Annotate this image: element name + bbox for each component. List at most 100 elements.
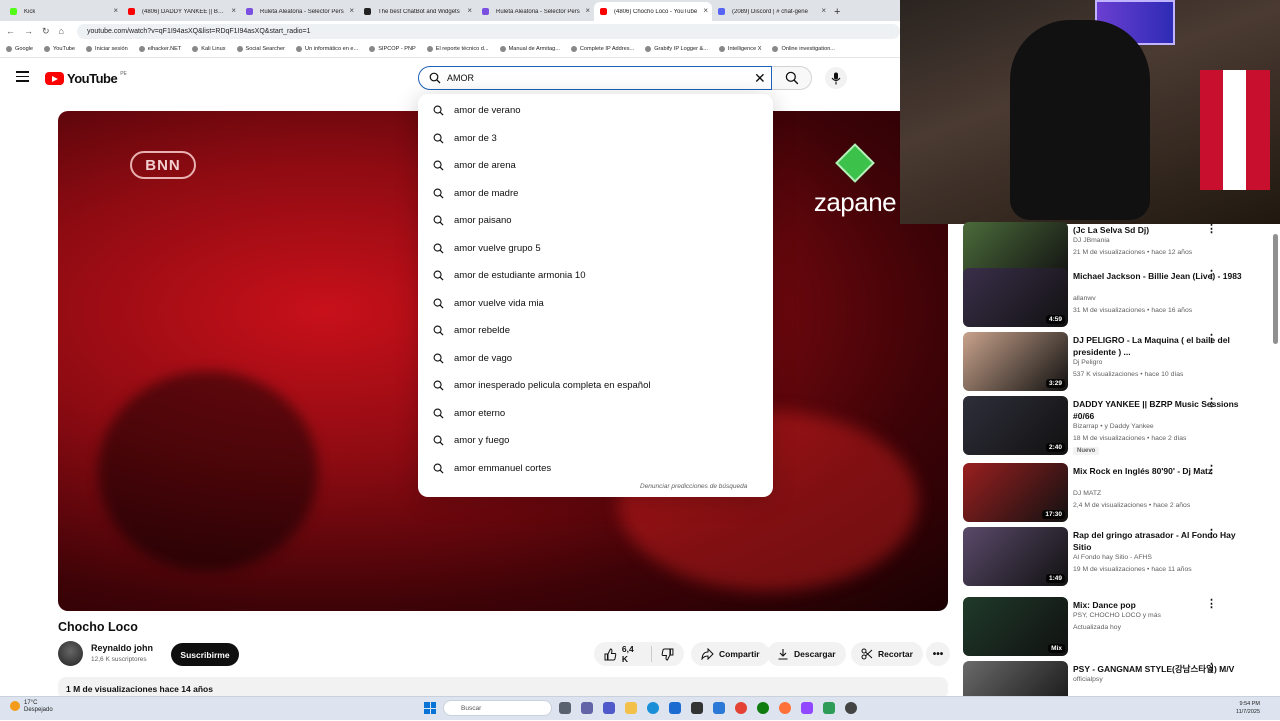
recommended-channel[interactable]: Bizarrap • y Daddy Yankee [1073, 423, 1154, 430]
video-thumbnail[interactable]: Mix [963, 597, 1068, 656]
recommended-channel[interactable]: Al Fondo hay Sitio - AFHS [1073, 554, 1152, 561]
forward-icon[interactable]: → [24, 26, 33, 36]
recommended-channel[interactable]: Dj Peligro [1073, 359, 1102, 366]
search-suggestion[interactable]: amor inesperado pelicula completa en esp… [418, 372, 773, 400]
download-button[interactable]: Descargar [767, 642, 846, 666]
report-predictions-link[interactable]: Denunciar predicciones de búsqueda [640, 483, 747, 490]
recommended-title[interactable]: (Jc La Selva Sd Dj) [1073, 224, 1248, 236]
search-suggestion[interactable]: amor vuelve vida mia [418, 290, 773, 318]
taskbar-search[interactable]: Buscar [443, 700, 552, 716]
video-thumbnail[interactable]: 17:30 [963, 463, 1068, 522]
browser-tab[interactable]: Ruleta Aleatoria - Selector Pers × [240, 2, 358, 21]
search-suggestion[interactable]: amor eterno [418, 400, 773, 428]
bookmark-item[interactable]: Iniciar sesión [86, 46, 128, 52]
browser-tab[interactable]: The best ChatBot and Widgets × [358, 2, 476, 21]
recommended-channel[interactable]: DJ JBmania [1073, 237, 1110, 244]
channel-name[interactable]: Reynaldo john [91, 643, 153, 653]
more-options-icon[interactable]: ⋮ [1206, 599, 1217, 610]
like-count[interactable]: 6,4 K [622, 644, 642, 664]
more-options-icon[interactable]: ⋮ [1206, 465, 1217, 476]
recommended-channel[interactable]: DJ MATZ [1073, 490, 1101, 497]
recommended-video[interactable]: Mix Mix: Dance pop PSY, CHOCHO LOCO y más A… [963, 597, 1273, 657]
app-icon-3[interactable] [823, 702, 835, 714]
bookmark-item[interactable]: Manual de Armitag... [499, 46, 560, 52]
store-icon[interactable] [669, 702, 681, 714]
recommended-title[interactable]: DJ PELIGRO - La Maquina ( el baile del p… [1073, 334, 1248, 358]
recommended-title[interactable]: PSY - GANGNAM STYLE(강남스타일) M/V [1073, 663, 1248, 675]
search-suggestion[interactable]: amor de arena [418, 152, 773, 180]
app-icon[interactable] [691, 702, 703, 714]
new-tab-button[interactable]: + [834, 6, 840, 18]
bookmark-item[interactable]: YouTube [44, 46, 75, 52]
close-tab-icon[interactable]: × [585, 6, 590, 15]
chrome-icon[interactable] [735, 702, 747, 714]
close-tab-icon[interactable]: × [703, 6, 708, 15]
bookmark-item[interactable]: elhacker.NET [138, 46, 181, 52]
bookmark-item[interactable]: Social Searcher [236, 46, 285, 52]
bookmark-item[interactable]: SIPCOP - PNP [369, 46, 416, 52]
youtube-logo[interactable]: YouTube PE [45, 71, 127, 86]
edge-icon[interactable] [647, 702, 659, 714]
thumbs-down-icon[interactable] [661, 648, 674, 661]
recommended-channel[interactable]: PSY, CHOCHO LOCO y más [1073, 612, 1161, 619]
clear-search-icon[interactable]: ✕ [754, 70, 766, 86]
close-tab-icon[interactable]: × [821, 6, 826, 15]
obs-icon[interactable] [845, 702, 857, 714]
search-suggestion[interactable]: amor de 3 [418, 125, 773, 153]
thumbs-up-icon[interactable] [604, 648, 617, 661]
channel-avatar[interactable] [58, 641, 83, 666]
voice-search-button[interactable] [825, 67, 847, 89]
file-explorer-icon[interactable] [625, 702, 637, 714]
close-tab-icon[interactable]: × [113, 6, 118, 15]
teams-icon[interactable] [603, 702, 615, 714]
recommended-title[interactable]: Michael Jackson - Billie Jean (Live) - 1… [1073, 270, 1248, 282]
search-suggestion[interactable]: amor de estudiante armonia 10 [418, 262, 773, 290]
more-options-icon[interactable]: ⋮ [1206, 334, 1217, 345]
bookmark-item[interactable]: Complete IP Addres... [570, 46, 634, 52]
url-field[interactable]: youtube.com/watch?v=qF1I94asXQ&list=RDqF… [76, 23, 900, 39]
search-suggestion[interactable]: amor de vago [418, 345, 773, 373]
search-suggestion[interactable]: amor emmanuel cortes [418, 455, 773, 483]
video-thumbnail[interactable]: 1:49 [963, 527, 1068, 586]
recommended-video[interactable]: 2:40 DADDY YANKEE || BZRP Music Sessions … [963, 396, 1273, 456]
copilot-icon[interactable] [581, 702, 593, 714]
search-suggestion[interactable]: amor y fuego [418, 427, 773, 455]
more-options-icon[interactable]: ⋮ [1206, 398, 1217, 409]
recommended-channel[interactable]: officialpsy [1073, 676, 1103, 683]
windows-start-icon[interactable] [424, 702, 436, 714]
clip-button[interactable]: Recortar [851, 642, 923, 666]
firefox-icon[interactable] [779, 702, 791, 714]
search-suggestion[interactable]: amor de verano [418, 97, 773, 125]
browser-tab[interactable]: Ruleta Aleatoria - Selector Pers × [476, 2, 594, 21]
recommended-title[interactable]: Mix Rock en Inglés 80'90' - Dj Matz [1073, 465, 1248, 477]
video-thumbnail[interactable]: 3:29 [963, 332, 1068, 391]
browser-tab[interactable]: (4806) DADDY YANKEE || BZRP × [122, 2, 240, 21]
bookmark-item[interactable]: Un informático en e... [296, 46, 358, 52]
share-button[interactable]: Compartir [691, 642, 770, 666]
recommended-channel[interactable]: allanwv [1073, 295, 1096, 302]
close-tab-icon[interactable]: × [349, 6, 354, 15]
subscribe-button[interactable]: Suscribirme [171, 643, 239, 666]
bookmark-item[interactable]: Online investigation... [772, 46, 835, 52]
app-icon-2[interactable] [801, 702, 813, 714]
more-options-icon[interactable]: ⋮ [1206, 224, 1217, 235]
recommended-title[interactable]: Mix: Dance pop [1073, 599, 1248, 611]
browser-tab[interactable]: (4806) Chocho Loco - YouTube × [594, 2, 712, 21]
video-thumbnail[interactable]: 2:40 [963, 396, 1068, 455]
bookmark-item[interactable]: El reporte técnico d... [426, 46, 489, 52]
recommended-title[interactable]: Rap del gringo atrasador - Al Fondo Hay … [1073, 529, 1248, 553]
browser-tab[interactable]: Kick × [4, 2, 122, 21]
close-tab-icon[interactable]: × [467, 6, 472, 15]
recommended-video[interactable]: 1:49 Rap del gringo atrasador - Al Fondo … [963, 527, 1273, 587]
recommended-video[interactable]: 3:29 DJ PELIGRO - La Maquina ( el baile d… [963, 332, 1273, 392]
search-suggestion[interactable]: amor paisano [418, 207, 773, 235]
task-view-icon[interactable] [559, 702, 571, 714]
reload-icon[interactable]: ↻ [42, 26, 50, 37]
home-icon[interactable]: ⌂ [59, 26, 64, 36]
search-suggestion[interactable]: amor de madre [418, 180, 773, 208]
bookmark-item[interactable]: Intelligence X [718, 46, 761, 52]
recommended-title[interactable]: DADDY YANKEE || BZRP Music Sessions #0/6… [1073, 398, 1248, 422]
search-box[interactable] [418, 66, 772, 90]
more-options-icon[interactable]: ⋮ [1206, 270, 1217, 281]
video-thumbnail[interactable]: 4:59 [963, 268, 1068, 327]
